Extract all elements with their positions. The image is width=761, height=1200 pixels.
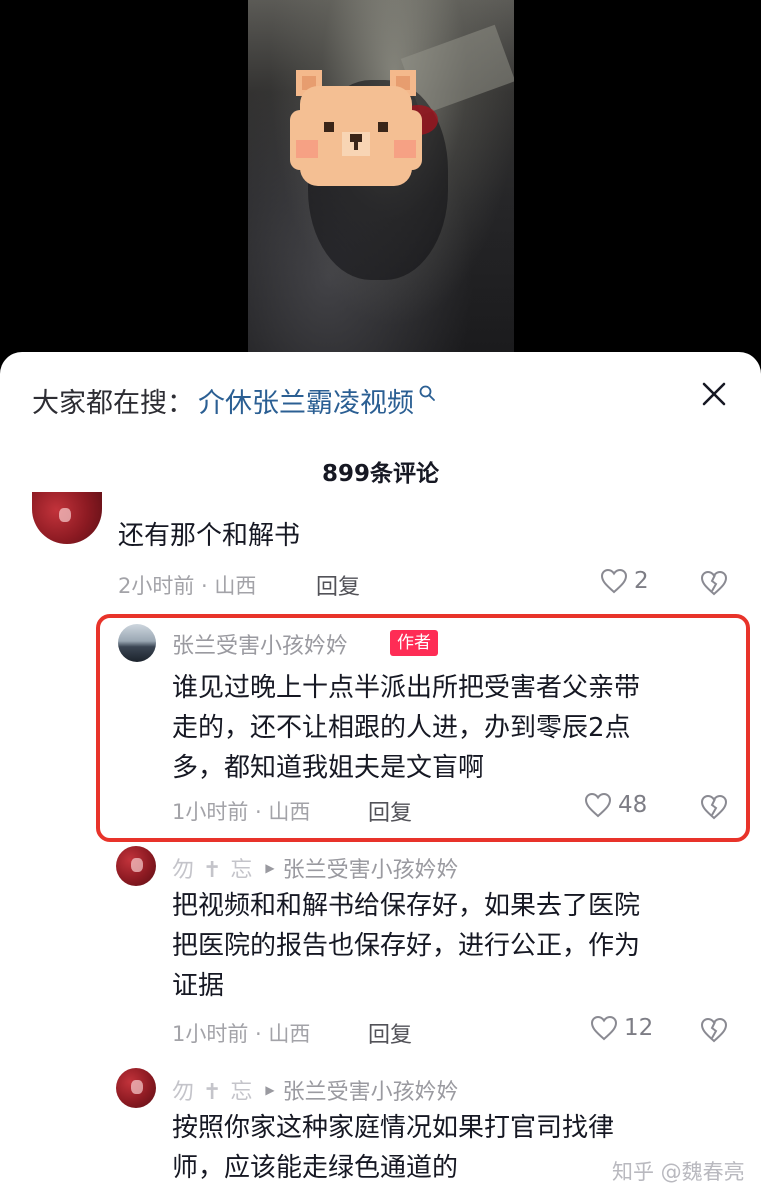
avatar[interactable] bbox=[118, 624, 156, 662]
search-suggestion[interactable]: 大家都在搜： 介休张兰霸凌视频 bbox=[32, 380, 436, 420]
reply-header: 勿 ✝ 忘 ▶ 张兰受害小孩妗妗 bbox=[172, 852, 459, 884]
heart-icon bbox=[600, 568, 628, 594]
comment-username[interactable]: 勿 ✝ 忘 bbox=[172, 1074, 253, 1106]
video-player[interactable] bbox=[0, 0, 761, 370]
comment-text-line: 多，都知道我姐夫是文盲啊 bbox=[172, 753, 485, 783]
dislike-icon[interactable] bbox=[700, 794, 728, 820]
comment-text-line: 证据 bbox=[172, 971, 225, 1001]
comment-time-location: 2小时前 · 山西 bbox=[118, 574, 257, 598]
author-badge: 作者 bbox=[390, 630, 438, 656]
dislike-icon[interactable] bbox=[700, 570, 728, 596]
avatar[interactable] bbox=[32, 492, 102, 544]
like-button[interactable]: 2 bbox=[600, 568, 649, 594]
comment-text-line: 师，应该能走绿色通道的 bbox=[172, 1153, 459, 1183]
comment-text: 还有那个和解书 bbox=[118, 521, 301, 551]
reply-arrow-icon: ▶ bbox=[265, 1083, 275, 1097]
comment-username[interactable]: 张兰受害小孩妗妗 bbox=[172, 628, 348, 660]
comment-text-line: 把视频和和解书给保存好，如果去了医院 bbox=[172, 891, 641, 921]
comment-panel: 大家都在搜： 介休张兰霸凌视频 899条评论 还有那个和解书 2小时前 · 山西… bbox=[0, 352, 761, 1200]
like-button[interactable]: 12 bbox=[590, 1015, 653, 1041]
like-count: 12 bbox=[624, 1015, 654, 1041]
heart-icon bbox=[584, 792, 612, 818]
reply-button[interactable]: 回复 bbox=[368, 795, 412, 827]
comment-text-line: 按照你家这种家庭情况如果打官司找律 bbox=[172, 1113, 615, 1143]
reply-to-username[interactable]: 张兰受害小孩妗妗 bbox=[283, 852, 459, 884]
watermark: 知乎 @魏春亮 bbox=[612, 1160, 745, 1184]
video-frame bbox=[248, 0, 514, 370]
comment-username[interactable]: 勿 ✝ 忘 bbox=[172, 852, 253, 884]
like-count: 2 bbox=[634, 568, 649, 594]
like-count: 48 bbox=[618, 792, 648, 818]
like-button[interactable]: 48 bbox=[584, 792, 647, 818]
comment-time-location: 1小时前 · 山西 bbox=[172, 800, 311, 824]
search-term-link[interactable]: 介休张兰霸凌视频 bbox=[198, 381, 414, 420]
avatar[interactable] bbox=[116, 1068, 156, 1108]
comment-text-line: 谁见过晚上十点半派出所把受害者父亲带 bbox=[172, 673, 641, 703]
bear-sticker-icon bbox=[290, 70, 422, 186]
avatar[interactable] bbox=[116, 846, 156, 886]
comment-text-line: 走的，还不让相跟的人进，办到零辰2点 bbox=[172, 713, 631, 743]
comment-time-location: 1小时前 · 山西 bbox=[172, 1022, 311, 1046]
comment-text-line: 把医院的报告也保存好，进行公正，作为 bbox=[172, 931, 641, 961]
reply-to-username[interactable]: 张兰受害小孩妗妗 bbox=[283, 1074, 459, 1106]
search-prefix-label: 大家都在搜： bbox=[32, 387, 194, 419]
reply-arrow-icon: ▶ bbox=[265, 861, 275, 875]
close-icon[interactable] bbox=[700, 380, 728, 408]
reply-header: 勿 ✝ 忘 ▶ 张兰受害小孩妗妗 bbox=[172, 1074, 459, 1106]
reply-button[interactable]: 回复 bbox=[316, 569, 360, 601]
search-icon[interactable] bbox=[418, 384, 436, 402]
reply-button[interactable]: 回复 bbox=[368, 1017, 412, 1049]
heart-icon bbox=[590, 1015, 618, 1041]
dislike-icon[interactable] bbox=[700, 1017, 728, 1043]
comments-count: 899条评论 bbox=[321, 461, 439, 487]
